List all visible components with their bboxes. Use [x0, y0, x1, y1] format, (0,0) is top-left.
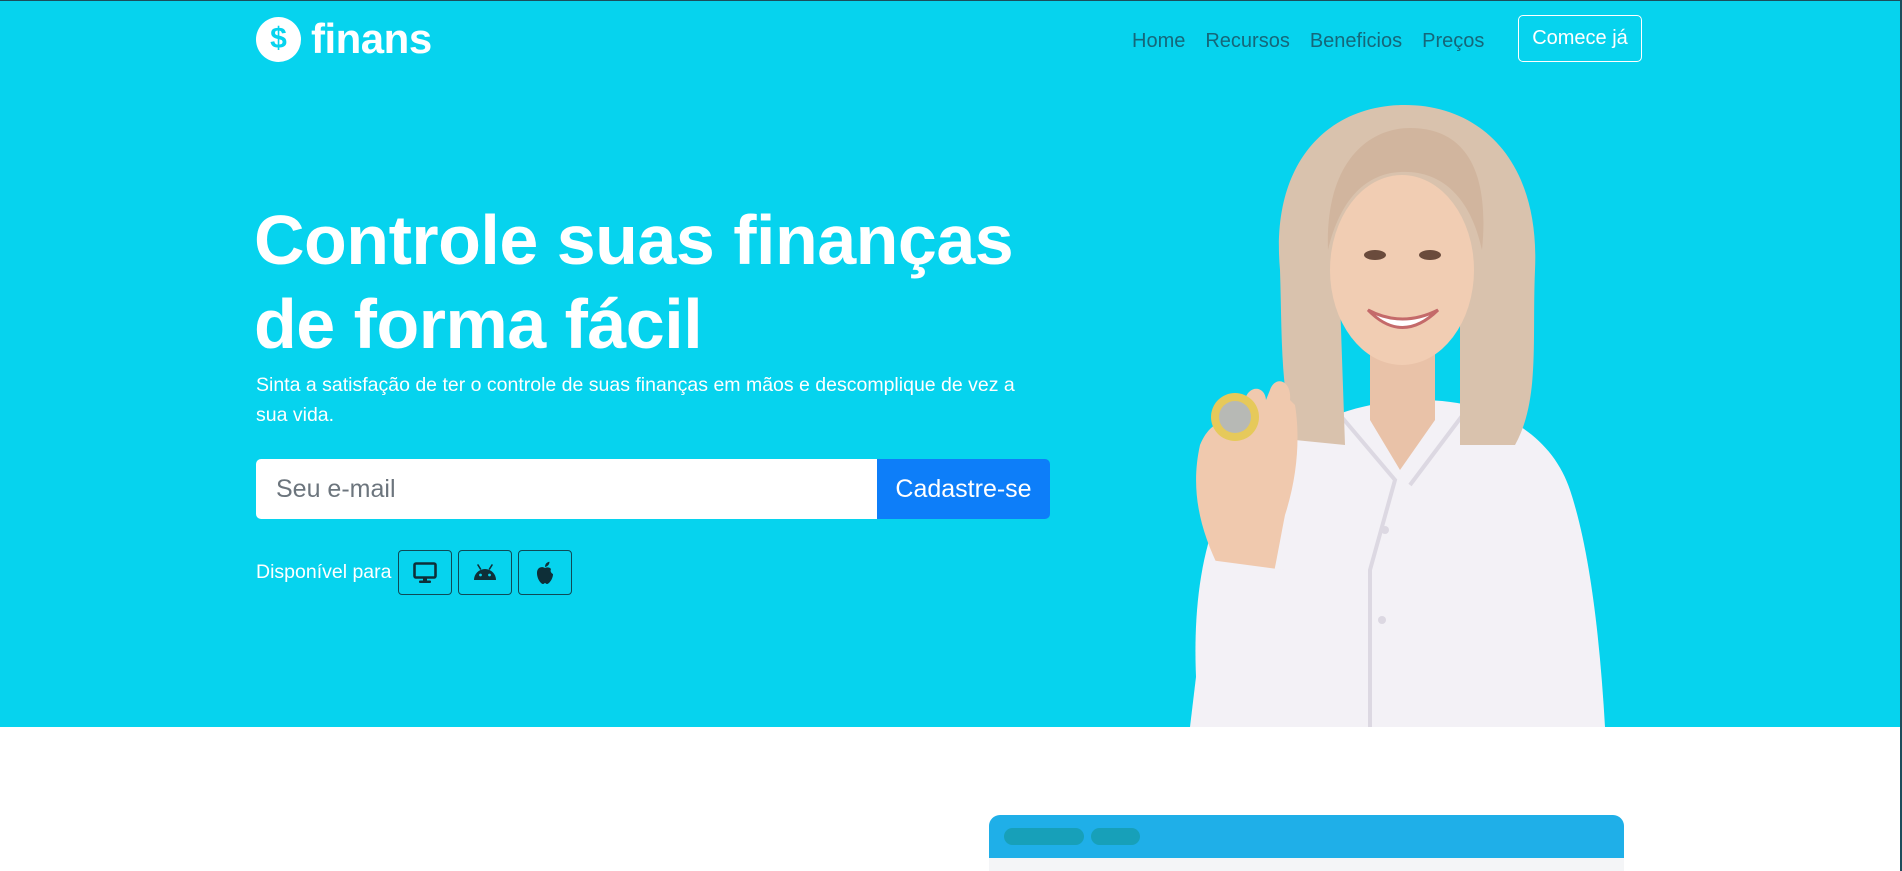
- android-icon: [473, 563, 496, 580]
- app-preview-card: [989, 815, 1624, 871]
- preview-placeholder-pill: [1091, 828, 1140, 845]
- hero-subtitle: Sinta a satisfação de ter o controle de …: [256, 374, 1015, 426]
- android-platform-button[interactable]: [457, 550, 512, 595]
- apple-platform-button[interactable]: [517, 550, 572, 595]
- preview-placeholder-pill: [1004, 828, 1084, 845]
- nav-beneficios[interactable]: Beneficios: [1310, 27, 1402, 55]
- desktop-icon: [412, 561, 437, 583]
- apple-icon: [536, 561, 553, 584]
- woman-holding-coin-image: [1190, 105, 1605, 727]
- signup-form: Cadastre-se: [256, 459, 1050, 519]
- signup-button[interactable]: Cadastre-se: [877, 459, 1050, 519]
- nav-home[interactable]: Home: [1132, 27, 1185, 55]
- email-input[interactable]: [256, 459, 877, 519]
- available-label: Disponível para: [256, 561, 392, 583]
- comece-ja-button[interactable]: Comece já: [1518, 15, 1642, 62]
- top-border: [0, 0, 1902, 1]
- brand-name: finans: [311, 15, 432, 62]
- preview-body: [989, 858, 1624, 871]
- hero-headline: Controle suas finanças de forma fácil: [254, 198, 1074, 366]
- headline-line-1: Controle suas finanças: [254, 201, 1014, 279]
- main-nav: Home Recursos Beneficios Preços: [1132, 27, 1484, 55]
- brand-logo[interactable]: $ finans: [256, 16, 432, 62]
- nav-recursos[interactable]: Recursos: [1205, 27, 1289, 55]
- headline-line-2: de forma fácil: [254, 285, 703, 363]
- dollar-icon: $: [256, 16, 301, 62]
- hero-section: $ finans Home Recursos Beneficios Preços…: [0, 0, 1902, 727]
- platform-availability: Disponível para: [256, 549, 578, 596]
- desktop-platform-button[interactable]: [397, 550, 452, 595]
- nav-precos[interactable]: Preços: [1422, 27, 1484, 55]
